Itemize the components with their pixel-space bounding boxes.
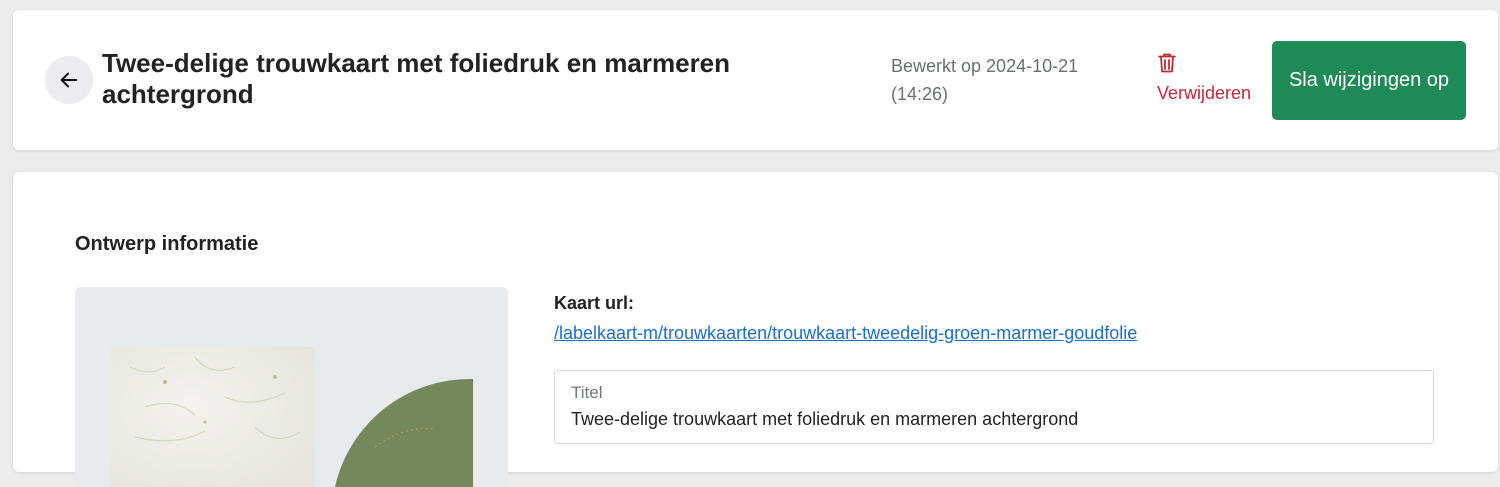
- back-button[interactable]: [45, 56, 93, 104]
- card-preview-image: [75, 287, 508, 487]
- edited-timestamp: Bewerkt op 2024-10-21 (14:26): [891, 52, 1111, 108]
- card-url-link[interactable]: /labelkaart-m/trouwkaarten/trouwkaart-tw…: [554, 323, 1137, 344]
- arrow-left-icon: [60, 72, 78, 88]
- page-header: Twee-delige trouwkaart met foliedruk en …: [13, 10, 1498, 150]
- edited-time: (14:26): [891, 84, 949, 104]
- save-label: Sla wijzigingen op: [1288, 69, 1450, 91]
- title-field-label: Titel: [571, 383, 603, 402]
- title-field-value[interactable]: Twee-delige trouwkaart met foliedruk en …: [571, 406, 1417, 432]
- delete-label: Verwijderen: [1157, 83, 1252, 103]
- trash-icon: [1157, 52, 1251, 79]
- section-title: Ontwerp informatie: [75, 233, 259, 255]
- title-field[interactable]: Titel Twee-delige trouwkaart met foliedr…: [554, 370, 1434, 444]
- page-title: Twee-delige trouwkaart met foliedruk en …: [102, 48, 731, 109]
- save-changes-button[interactable]: Sla wijzigingen op: [1272, 41, 1466, 120]
- design-info-card: Ontwerp informatie Kaart url: /labelkaar…: [13, 172, 1498, 487]
- delete-button[interactable]: Verwijderen: [1157, 52, 1251, 107]
- card-url-label: Kaart url:: [554, 293, 635, 313]
- edited-date: Bewerkt op 2024-10-21: [891, 56, 1079, 76]
